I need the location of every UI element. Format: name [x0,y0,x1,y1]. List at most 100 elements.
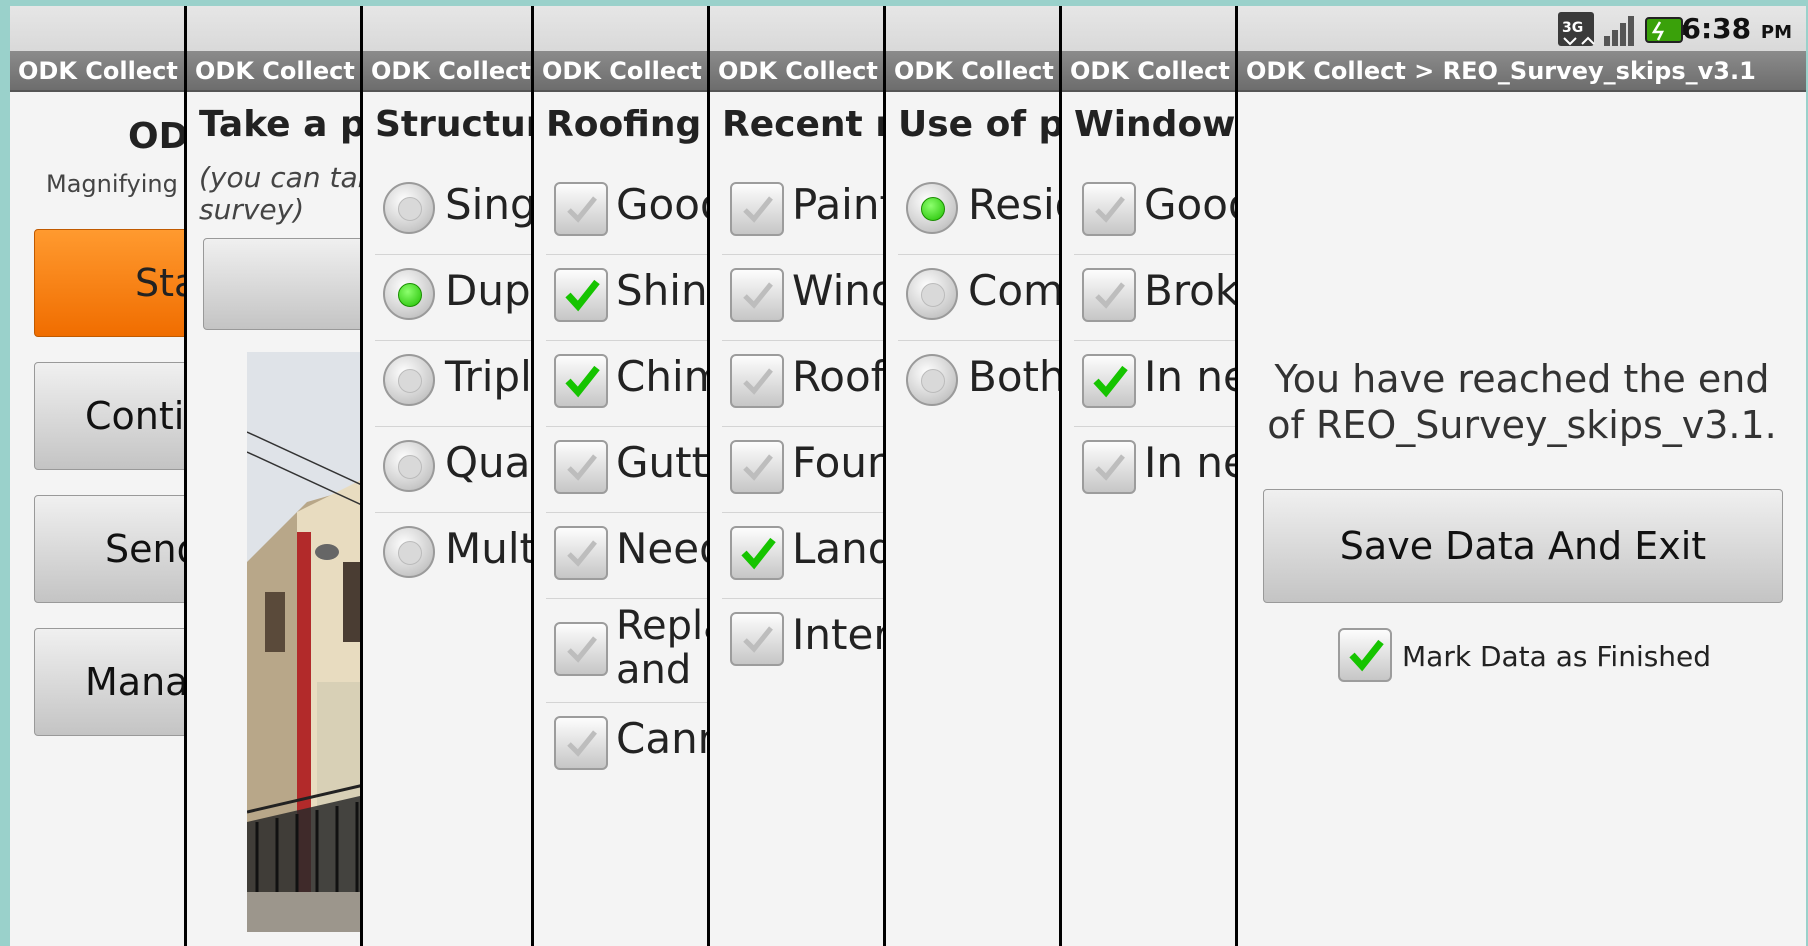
option-row[interactable]: Comm [898,254,1061,341]
option-row[interactable]: Broke [1074,254,1237,341]
checkbox-unchecked[interactable] [1082,182,1136,236]
app-title: OD [128,116,186,157]
time-value: 6:38 [1681,12,1752,45]
radio-button[interactable] [383,440,435,492]
option-label: Interi [792,610,885,659]
option-row[interactable]: Wind [722,254,885,341]
radio-button[interactable] [906,354,958,406]
checkbox-checked[interactable] [1082,354,1136,408]
checkmark-icon [743,282,773,309]
option-row[interactable]: Resid [898,168,1061,255]
option-row[interactable]: Cann [546,702,709,788]
radio-button[interactable] [906,268,958,320]
checkmark-icon [1349,639,1384,672]
option-label: Roof [792,352,885,401]
option-row[interactable]: Gutte [546,426,709,513]
option-row[interactable]: Repla and r [546,598,709,703]
option-row[interactable]: Paint [722,168,885,255]
send-form-button[interactable]: Send [34,495,186,603]
option-label: Dupl [445,266,533,315]
checkbox-unchecked[interactable] [730,612,784,666]
option-row[interactable]: In ne [1074,426,1237,512]
radio-button[interactable] [383,182,435,234]
option-row-single[interactable]: Singl [375,168,533,255]
title-bar: ODK Collect > [1062,51,1237,92]
checkbox-unchecked[interactable] [1082,440,1136,494]
option-row[interactable]: Found [722,426,885,513]
radio-button[interactable] [383,354,435,406]
question-title: Take a pi [199,104,362,145]
title-bar: ODK Collect > [187,51,362,92]
start-new-form-button[interactable]: Sta [34,229,186,337]
option-row[interactable]: Both [898,340,1061,426]
save-button-label: Save Data And Exit [1339,524,1707,568]
radio-button-selected[interactable] [906,182,958,234]
take-picture-button[interactable] [203,238,362,330]
option-row-multi[interactable]: Multi [375,512,533,598]
checkbox-unchecked[interactable] [730,440,784,494]
checkbox-unchecked[interactable] [554,716,608,770]
mark-finished-row[interactable]: Mark Data as Finished [1338,628,1758,688]
app-subtitle: Magnifying h [46,170,186,198]
checkbox-unchecked[interactable] [554,622,608,676]
option-row[interactable]: Chim [546,340,709,427]
option-label: Lands [792,524,885,573]
status-bar [187,6,362,51]
checkbox-unchecked[interactable] [554,526,608,580]
option-row[interactable]: Roof [722,340,885,427]
save-data-and-exit-button[interactable]: Save Data And Exit [1263,489,1783,603]
option-label: Broke [1144,266,1237,315]
checkbox-unchecked[interactable] [730,268,784,322]
checkbox-unchecked[interactable] [554,440,608,494]
option-row[interactable]: Good [546,168,709,255]
checkbox-checked[interactable] [554,268,608,322]
checkbox-unchecked[interactable] [554,182,608,236]
checkmark-icon [567,540,597,567]
checkbox-unchecked[interactable] [730,182,784,236]
option-row[interactable]: In ne [1074,340,1237,427]
option-label: Multi [445,524,533,573]
hint-line2: survey) [199,193,305,226]
option-row[interactable]: Shing [546,254,709,341]
option-label: Found [792,438,885,487]
question-title: Roofing [546,104,702,145]
checkmark-icon [1095,454,1125,481]
continue-form-button[interactable]: Conti [34,362,186,470]
option-row[interactable]: Need [546,512,709,599]
checkmark-icon [567,196,597,223]
option-label: Gutte [616,438,709,487]
option-label-line1: Repla [616,603,709,649]
option-row[interactable]: Lands [722,512,885,599]
option-row-duplex[interactable]: Dupl [375,254,533,341]
checkbox-unchecked[interactable] [730,354,784,408]
title-bar: ODK Collect > [363,51,533,92]
time-ampm: PM [1760,22,1792,43]
title-bar: ODK Collect > [710,51,885,92]
question-title: Windows [1074,104,1237,145]
question-hint: (you can take survey) [199,162,362,226]
option-label: Resid [968,180,1061,229]
checkbox-checked[interactable] [554,354,608,408]
title-bar: ODK Collect > [886,51,1061,92]
option-row-quad[interactable]: Quad [375,426,533,513]
radio-button-selected[interactable] [383,268,435,320]
status-bar [886,6,1061,51]
option-row[interactable]: Interi [722,598,885,684]
mark-finished-checkbox[interactable] [1338,628,1392,682]
option-row[interactable]: Good [1074,168,1237,255]
manage-forms-button[interactable]: Mana [34,628,186,736]
screen: ODK Collect > OD Magnifying h Sta Conti … [10,6,1806,946]
manage-button-label: Mana [85,660,186,704]
mark-finished-label: Mark Data as Finished [1402,640,1712,673]
status-bar [10,6,186,51]
continue-button-label: Conti [85,394,185,438]
option-row-triplex[interactable]: Triple [375,340,533,427]
radio-button[interactable] [383,526,435,578]
checkbox-unchecked[interactable] [1082,268,1136,322]
end-message-line2: of REO_Survey_skips_v3.1. [1267,403,1777,447]
option-label: In ne [1144,352,1237,401]
option-label: Quad [445,438,533,487]
checkbox-checked[interactable] [730,526,784,580]
hint-line1: (you can take [199,161,362,194]
option-label: Need [616,524,709,573]
